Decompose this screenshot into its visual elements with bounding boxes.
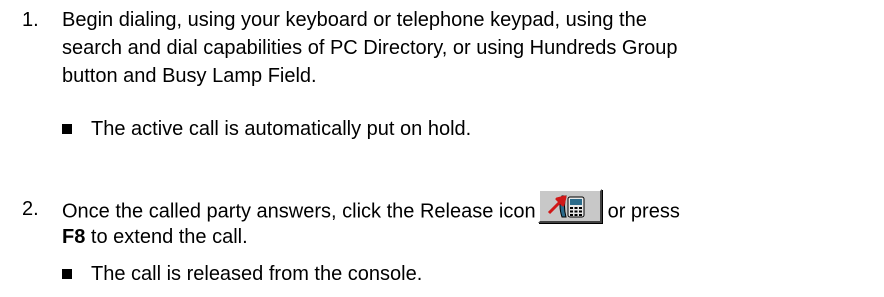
step-line: Begin dialing, using your keyboard or te…	[62, 9, 647, 31]
step-text-rest: to extend the call.	[85, 226, 248, 248]
bullet-square-icon	[62, 124, 72, 134]
step-line: button and Busy Lamp Field.	[62, 65, 317, 87]
step-number: 1.	[22, 9, 39, 31]
key-f8: F8	[62, 226, 86, 248]
step-text: Once the called party answers, click the…	[62, 189, 884, 251]
bullet-text: The call is released from the console.	[91, 263, 423, 285]
step-line: search and dial capabilities of PC Direc…	[62, 37, 678, 59]
step-line: Once the called party answers, click the…	[62, 189, 884, 223]
document: 1. Begin dialing, using your keyboard or…	[0, 0, 884, 297]
step-text-after-icon: or press	[607, 200, 680, 223]
step-text: Begin dialing, using your keyboard or te…	[62, 6, 884, 90]
step-number: 2.	[22, 198, 39, 220]
step-text-before-icon: Once the called party answers, click the…	[62, 200, 536, 223]
release-phone-icon[interactable]	[537, 189, 602, 223]
bullet-text: The active call is automatically put on …	[91, 118, 472, 140]
step-line: F8 to extend the call.	[62, 223, 884, 251]
bullet-square-icon	[62, 269, 72, 279]
